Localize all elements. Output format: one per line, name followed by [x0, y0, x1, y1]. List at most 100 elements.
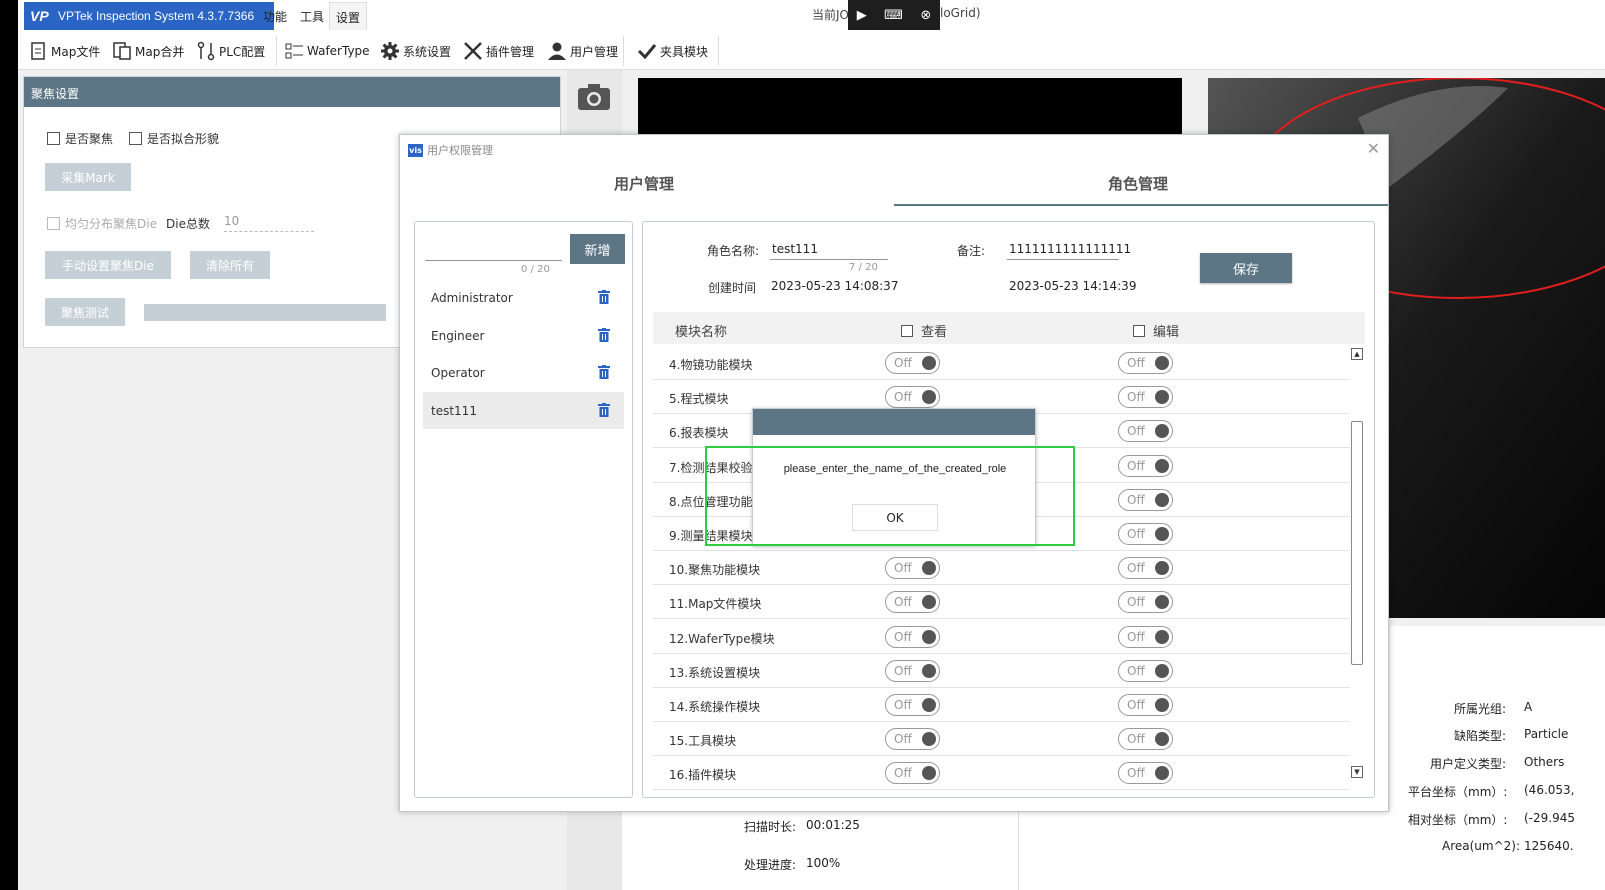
role-name-input[interactable]: test111: [772, 242, 818, 256]
menu-function[interactable]: 功能: [263, 8, 287, 25]
user-search-input[interactable]: [425, 260, 562, 261]
toggle-knob: [1155, 766, 1169, 781]
view-toggle[interactable]: Off: [885, 625, 940, 648]
toolbar-plugin-manage[interactable]: 插件管理: [463, 38, 534, 64]
edit-toggle[interactable]: Off: [1118, 591, 1173, 614]
toggle-knob: [1155, 527, 1169, 541]
defect-info-panel: 所属光组: A 缺陷类型: Particle 用户定义类型: Others 平台…: [1390, 626, 1605, 890]
view-all-checkbox[interactable]: [901, 324, 913, 337]
edit-toggle[interactable]: Off: [1118, 352, 1173, 374]
uniform-die-checkbox[interactable]: 均匀分布聚焦Die: [47, 215, 157, 232]
module-name: 6.报表模块: [669, 426, 729, 441]
edit-toggle[interactable]: Off: [1118, 386, 1173, 409]
edit-toggle[interactable]: Off: [1118, 454, 1173, 477]
edit-toggle[interactable]: Off: [1118, 420, 1173, 443]
trash-icon[interactable]: [598, 365, 610, 379]
toolbar-map-file[interactable]: Map文件: [28, 38, 100, 64]
add-user-button[interactable]: 新增: [570, 234, 625, 264]
view-toggle[interactable]: Off: [885, 728, 940, 751]
toolbar-system-settings[interactable]: 系统设置: [380, 38, 451, 64]
module-name: 16.插件模块: [669, 768, 737, 783]
pointer-icon[interactable]: ▶: [857, 8, 867, 23]
column-view[interactable]: 查看: [901, 321, 947, 340]
edit-toggle[interactable]: Off: [1118, 557, 1173, 580]
toggle-label: Off: [894, 561, 912, 576]
module-name: 9.测量结果模块: [669, 529, 753, 543]
edit-all-checkbox[interactable]: [1133, 324, 1145, 337]
toolbar-wafertype[interactable]: WaferType: [284, 38, 370, 64]
module-name: 14.系统操作模块: [669, 700, 761, 714]
table-row: 12.WaferType模块 Off Off: [653, 620, 1350, 654]
remark-input[interactable]: 1111111111111111: [1009, 242, 1131, 256]
camera-icon[interactable]: [577, 82, 611, 112]
vis-app-icon: vis: [408, 143, 423, 157]
list-item-selected[interactable]: test111: [423, 392, 624, 429]
view-toggle[interactable]: Off: [885, 557, 940, 580]
clear-all-button[interactable]: 清除所有: [190, 251, 270, 279]
focus-test-button[interactable]: 聚焦测试: [45, 298, 125, 326]
edit-toggle[interactable]: Off: [1118, 659, 1173, 682]
column-edit[interactable]: 编辑: [1133, 321, 1179, 340]
list-item[interactable]: Administrator: [423, 279, 624, 316]
toggle-knob: [1155, 561, 1169, 576]
save-button[interactable]: 保存: [1200, 253, 1292, 283]
toolbar-fixture-module[interactable]: 夹具模块: [637, 38, 708, 64]
toggle-knob: [1155, 629, 1169, 644]
camera-view-top: [638, 78, 1182, 138]
scroll-thumb[interactable]: [1351, 421, 1363, 665]
toolbar-plc-config[interactable]: PLC配置: [196, 38, 265, 64]
view-toggle[interactable]: Off: [885, 386, 940, 409]
edit-toggle[interactable]: Off: [1118, 728, 1173, 751]
view-toggle[interactable]: Off: [885, 694, 940, 716]
view-toggle[interactable]: Off: [885, 352, 940, 374]
view-toggle[interactable]: Off: [885, 762, 940, 785]
toggle-knob: [922, 356, 936, 370]
toggle-knob: [922, 698, 936, 712]
permission-scrollbar[interactable]: ▲ ▼: [1350, 346, 1364, 784]
trash-icon[interactable]: [598, 328, 610, 342]
focus-checkbox[interactable]: 是否聚焦: [47, 130, 113, 147]
info-label: 所属光组:: [1454, 702, 1507, 716]
edit-toggle[interactable]: Off: [1118, 694, 1173, 716]
close-circle-icon[interactable]: ⊗: [920, 8, 931, 23]
toggle-knob: [1155, 390, 1169, 405]
manual-focus-die-button[interactable]: 手动设置聚焦Die: [45, 251, 171, 279]
scroll-up-arrow[interactable]: ▲: [1351, 348, 1363, 360]
collect-mark-button[interactable]: 采集Mark: [45, 163, 131, 191]
edit-toggle[interactable]: Off: [1118, 488, 1173, 511]
toggle-label: Off: [1127, 458, 1145, 473]
fixture-icon: [637, 41, 657, 61]
fit-topography-checkbox[interactable]: 是否拟合形貌: [129, 130, 219, 147]
close-icon[interactable]: ✕: [1367, 139, 1380, 158]
trash-icon[interactable]: [598, 403, 610, 417]
view-toggle[interactable]: Off: [885, 659, 940, 682]
tab-user-management[interactable]: 用户管理: [614, 173, 674, 194]
info-value: (-29.945: [1524, 811, 1575, 825]
list-item[interactable]: Engineer: [423, 317, 624, 354]
created-time-value: 2023-05-23 14:08:37: [771, 279, 899, 293]
toggle-label: Off: [1127, 766, 1145, 781]
trash-icon[interactable]: [598, 290, 610, 304]
view-toggle[interactable]: Off: [885, 591, 940, 614]
scroll-down-arrow[interactable]: ▼: [1351, 766, 1363, 778]
menu-settings[interactable]: 设置: [329, 2, 368, 30]
role-name-label: 角色名称:: [707, 244, 760, 258]
tab-role-management[interactable]: 角色管理: [1108, 173, 1168, 194]
toolbar-map-merge[interactable]: Map合并: [112, 38, 184, 64]
ok-button[interactable]: OK: [852, 504, 938, 531]
current-job-suffix: loGrid): [940, 6, 981, 20]
modified-time-value: 2023-05-23 14:14:39: [1009, 279, 1137, 293]
menu-tools[interactable]: 工具: [300, 8, 324, 25]
toolbar-label: Map合并: [135, 44, 185, 59]
toolbar-user-manage[interactable]: 用户管理: [547, 38, 618, 64]
toggle-knob: [922, 732, 936, 747]
list-item[interactable]: Operator: [423, 354, 624, 391]
toggle-label: Off: [894, 356, 912, 370]
toolbar-label: WaferType: [307, 44, 370, 58]
keyboard-icon[interactable]: ⌨: [884, 8, 903, 23]
edit-toggle[interactable]: Off: [1118, 625, 1173, 648]
edit-toggle[interactable]: Off: [1118, 523, 1173, 545]
table-row: 4.物镜功能模块 Off Off: [653, 346, 1350, 380]
die-total-input[interactable]: 10: [224, 214, 314, 232]
edit-toggle[interactable]: Off: [1118, 762, 1173, 785]
